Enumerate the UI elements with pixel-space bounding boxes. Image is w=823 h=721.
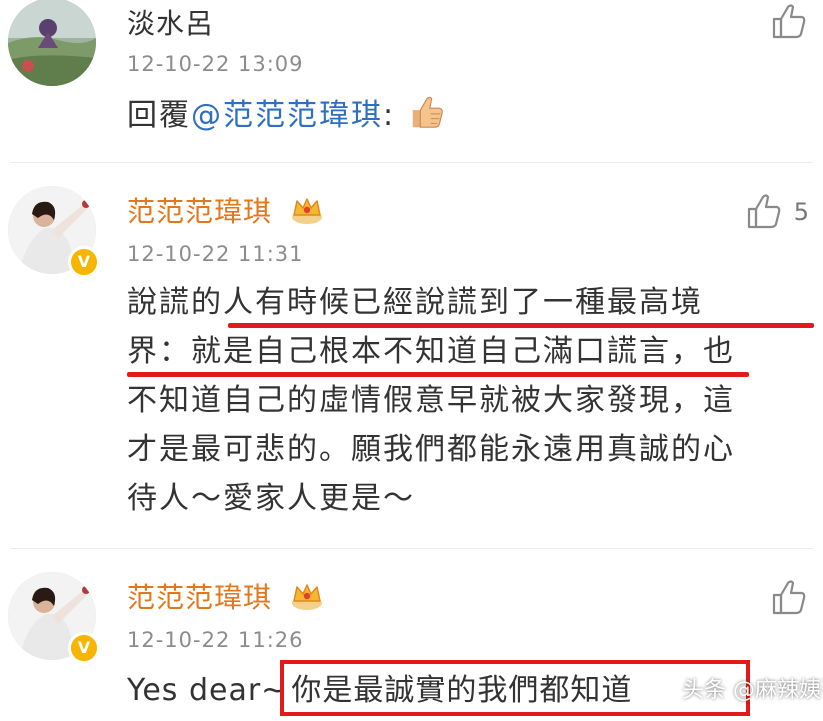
like-button[interactable] [769,578,809,618]
avatar[interactable] [8,0,96,86]
comment-text-line: 說謊的人有時候已經說謊到了一種最高境 [127,285,703,320]
like-count: 5 [793,198,809,226]
thumbs-up-emoji [412,96,443,128]
comment-text-line: 界：就是自己根本不知道自己滿口謊言，也 [127,334,735,369]
comment-username[interactable]: 范范范瑋琪 [127,190,324,230]
username-text: 范范范瑋琪 [127,581,273,614]
reply-suffix: : [383,98,396,133]
avatar-landscape-image [8,0,96,86]
thumbs-up-outline-icon [772,4,806,39]
thumbs-up-outline-icon [747,194,781,229]
comment-text-prefix: Yes dear~ [127,673,288,708]
comment-1: 淡水呂 12-10-22 13:09 回覆@范范范瑋琪: [0,0,823,160]
username-text: 范范范瑋琪 [127,195,273,228]
watermark-text: 头条 @麻辣姨哥 [682,678,823,703]
comment-timestamp: 12-10-22 11:31 [127,242,304,266]
comment-username[interactable]: 范范范瑋琪 [127,576,324,616]
comment-text-line: 才是最可悲的。願我們都能永遠用真誠的心 [127,432,735,467]
like-button[interactable] [769,2,809,42]
highlight-underline [127,372,749,377]
comment-text: 說謊的人有時候已經說謊到了一種最高境 界：就是自己根本不知道自己滿口謊言，也 不… [127,278,817,523]
like-button[interactable]: 5 [744,192,809,232]
comment-timestamp: 12-10-22 13:09 [127,52,304,76]
mention-link[interactable]: @范范范瑋琪 [191,98,383,133]
comment-username[interactable]: 淡水呂 [127,2,214,42]
comment-timestamp: 12-10-22 11:26 [127,628,304,652]
watermark: 头条 @麻辣姨哥 [652,672,823,704]
comment-text-line: 不知道自己的虛情假意早就被大家發現，這 [127,383,735,418]
crown-icon [291,584,322,610]
divider [10,162,813,163]
highlight-underline [228,323,814,328]
crown-icon [291,198,322,224]
verified-badge: V [68,246,100,278]
reply-prefix: 回覆 [127,98,191,133]
watermark-logo-icon [653,683,677,694]
divider [10,548,813,549]
thumbs-up-outline-icon [772,580,806,615]
comment-text: 回覆@范范范瑋琪: [127,91,817,140]
verified-badge: V [68,632,100,664]
comment-text-line: 待人～愛家人更是～ [127,481,415,516]
comment-2: V 范范范瑋琪 12-10-22 11:31 說謊的人有時候已經說謊到了一種最高… [0,170,823,545]
